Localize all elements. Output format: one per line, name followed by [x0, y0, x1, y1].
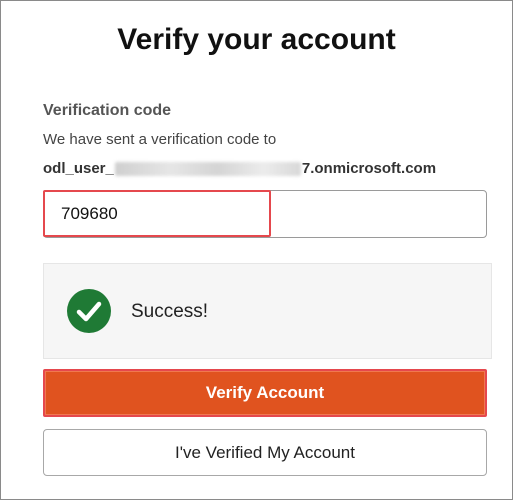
status-text: Success!	[131, 301, 209, 322]
verify-panel: Verify your account Verification code We…	[0, 0, 513, 500]
verification-code-input[interactable]	[43, 190, 271, 237]
verify-account-button[interactable]: Verify Account	[43, 369, 487, 417]
verification-helper-text: We have sent a verification code to	[43, 131, 277, 148]
email-redacted	[114, 161, 301, 176]
verification-code-label: Verification code	[43, 102, 172, 119]
email-prefix: odl_user_	[43, 160, 114, 177]
recipient-email: odl_user_ 7.onmicrosoft.com	[43, 160, 436, 177]
verified-my-account-button[interactable]: I've Verified My Account	[43, 429, 487, 476]
check-circle-icon	[67, 289, 111, 333]
page-title: Verify your account	[117, 23, 396, 56]
email-suffix: 7.onmicrosoft.com	[301, 160, 437, 177]
